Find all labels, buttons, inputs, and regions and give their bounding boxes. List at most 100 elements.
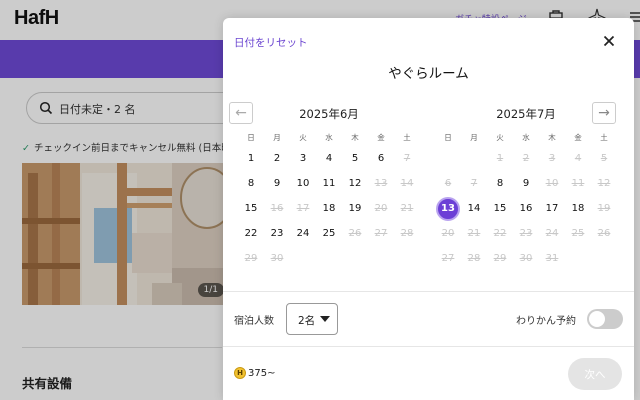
calendar-day[interactable]: 25 xyxy=(316,221,342,246)
weekday-label: 水 xyxy=(522,133,530,142)
calendar-day-unavailable: 16 xyxy=(270,203,284,214)
calendar-day[interactable]: 17 xyxy=(539,196,565,221)
calendar-day[interactable]: 22 xyxy=(238,221,264,246)
calendar-day[interactable]: 8 xyxy=(238,171,264,196)
calendar-day[interactable]: 10 xyxy=(290,171,316,196)
caret-down-icon xyxy=(320,316,330,322)
date-picker-modal: 日付をリセット やぐらルーム ← → 2025年6月 日月火水木金土 12345… xyxy=(223,18,634,400)
calendar-empty-cell xyxy=(316,246,342,271)
calendar-week: 8 9 10 11 12 13 14 xyxy=(238,171,420,196)
calendar-day[interactable]: 5 xyxy=(342,146,368,171)
calendar-day-unavailable: 30 xyxy=(519,253,533,264)
month-title: 2025年6月 xyxy=(299,107,359,121)
weekday-label: 火 xyxy=(299,133,307,142)
calendar-day-unavailable: 14 xyxy=(400,178,414,189)
calendar-day[interactable]: 18 xyxy=(565,196,591,221)
calendar-day-unavailable: 12 xyxy=(597,178,611,189)
weekday-header: 日月火水木金土 xyxy=(435,132,617,146)
weekday-label: 日 xyxy=(247,133,255,142)
calendar-day[interactable]: 23 xyxy=(264,221,290,246)
close-icon[interactable] xyxy=(601,33,617,49)
guest-count-value: 2名 xyxy=(298,315,316,327)
month-grid: 1 2 3 4 5 6 7 8 9 10 11 12 13 14 15 16 17 18 19 20 21 22 23 24 2… xyxy=(435,146,617,271)
calendar-day[interactable]: 1 xyxy=(238,146,264,171)
calendar-day-unavailable: 4 xyxy=(574,153,582,164)
calendar-empty-cell xyxy=(461,146,487,171)
calendar-month: 2025年6月 日月火水木金土 1 2 3 4 5 6 7 8 9 10 11 12 13 14 15 16 1… xyxy=(238,106,420,271)
calendar-day-unavailable: 30 xyxy=(270,253,284,264)
calendar-week: 27 28 29 30 31 xyxy=(435,246,617,271)
coin-price: H 375~ xyxy=(234,367,275,379)
calendar-day[interactable]: 11 xyxy=(316,171,342,196)
calendar-day[interactable]: 16 xyxy=(513,196,539,221)
calendar-day[interactable]: 19 xyxy=(342,196,368,221)
calendar-day-unavailable: 20 xyxy=(441,228,455,239)
weekday-label: 日 xyxy=(444,133,452,142)
calendar-day[interactable]: 4 xyxy=(316,146,342,171)
calendar-day[interactable]: 18 xyxy=(316,196,342,221)
calendar-week: 29 30 xyxy=(238,246,420,271)
toggle-knob xyxy=(589,311,605,327)
calendar-day-unavailable: 26 xyxy=(597,228,611,239)
calendar-day-unavailable: 2 xyxy=(522,153,530,164)
calendar-week: 13 14 15 16 17 18 19 xyxy=(435,196,617,221)
month-title: 2025年7月 xyxy=(496,107,556,121)
calendar-day-selected[interactable]: 13 xyxy=(435,196,461,221)
calendar-day-unavailable: 20 xyxy=(374,203,388,214)
calendar-day[interactable]: 9 xyxy=(513,171,539,196)
calendar-day-unavailable: 28 xyxy=(467,253,481,264)
calendar-week: 6 7 8 9 10 11 12 xyxy=(435,171,617,196)
calendar-day[interactable]: 14 xyxy=(461,196,487,221)
calendar-day[interactable]: 9 xyxy=(264,171,290,196)
calendar-month: 2025年7月 日月火水木金土 1 2 3 4 5 6 7 8 9 10 11 12 13 14 15 16 1… xyxy=(435,106,617,271)
calendar-day-unavailable: 26 xyxy=(348,228,362,239)
calendar-day[interactable]: 15 xyxy=(487,196,513,221)
calendar-day[interactable]: 3 xyxy=(290,146,316,171)
calendar-day-unavailable: 7 xyxy=(470,178,478,189)
calendar-week: 1 2 3 4 5 xyxy=(435,146,617,171)
calendar-week: 1234567 xyxy=(238,146,420,171)
weekday-label: 月 xyxy=(470,133,478,142)
weekday-label: 土 xyxy=(403,133,411,142)
calendar-day-unavailable: 31 xyxy=(545,253,559,264)
calendar-day-unavailable: 3 xyxy=(548,153,556,164)
calendar-empty-cell xyxy=(435,146,461,171)
room-title: やぐらルーム xyxy=(388,66,469,82)
reset-dates-link[interactable]: 日付をリセット xyxy=(234,35,308,50)
weekday-label: 火 xyxy=(496,133,504,142)
calendar-day-unavailable: 29 xyxy=(493,253,507,264)
calendar-day-unavailable: 21 xyxy=(467,228,481,239)
calendar-day-unavailable: 10 xyxy=(545,178,559,189)
divider xyxy=(223,346,634,347)
calendar-day-unavailable: 6 xyxy=(444,178,452,189)
calendar-week: 15 16 17 18 19 20 21 xyxy=(238,196,420,221)
calendar-empty-cell xyxy=(394,246,420,271)
calendar-day-unavailable: 19 xyxy=(597,203,611,214)
split-booking-toggle[interactable] xyxy=(587,309,623,329)
next-button[interactable]: 次へ xyxy=(568,358,622,390)
weekday-label: 木 xyxy=(548,133,556,142)
calendar-day-unavailable: 28 xyxy=(400,228,414,239)
calendar-empty-cell xyxy=(290,246,316,271)
calendar-empty-cell xyxy=(342,246,368,271)
guest-count-label: 宿泊人数 xyxy=(234,316,274,327)
calendar-day-unavailable: 25 xyxy=(571,228,585,239)
calendar-day[interactable]: 2 xyxy=(264,146,290,171)
weekday-label: 金 xyxy=(377,133,385,142)
calendar-day-unavailable: 17 xyxy=(296,203,310,214)
calendar-week: 20 21 22 23 24 25 26 xyxy=(435,221,617,246)
calendar-day-unavailable: 7 xyxy=(403,153,411,164)
calendar-empty-cell xyxy=(591,246,617,271)
guest-count-select[interactable]: 2名 xyxy=(286,303,338,335)
calendar-day-unavailable: 27 xyxy=(441,253,455,264)
weekday-header: 日月火水木金土 xyxy=(238,132,420,146)
calendar-day[interactable]: 15 xyxy=(238,196,264,221)
calendar-day[interactable]: 12 xyxy=(342,171,368,196)
month-grid: 1 2 3 4 5 6 7 8 9 10 11 12 13 14 15 16 17 18 19 20 21 22 23 24 2… xyxy=(238,146,420,271)
coin-price-text: 375~ xyxy=(248,367,276,379)
calendar-day[interactable]: 24 xyxy=(290,221,316,246)
weekday-label: 金 xyxy=(574,133,582,142)
calendar-day[interactable]: 6 xyxy=(368,146,394,171)
calendar-day-unavailable: 22 xyxy=(493,228,507,239)
calendar-day[interactable]: 8 xyxy=(487,171,513,196)
